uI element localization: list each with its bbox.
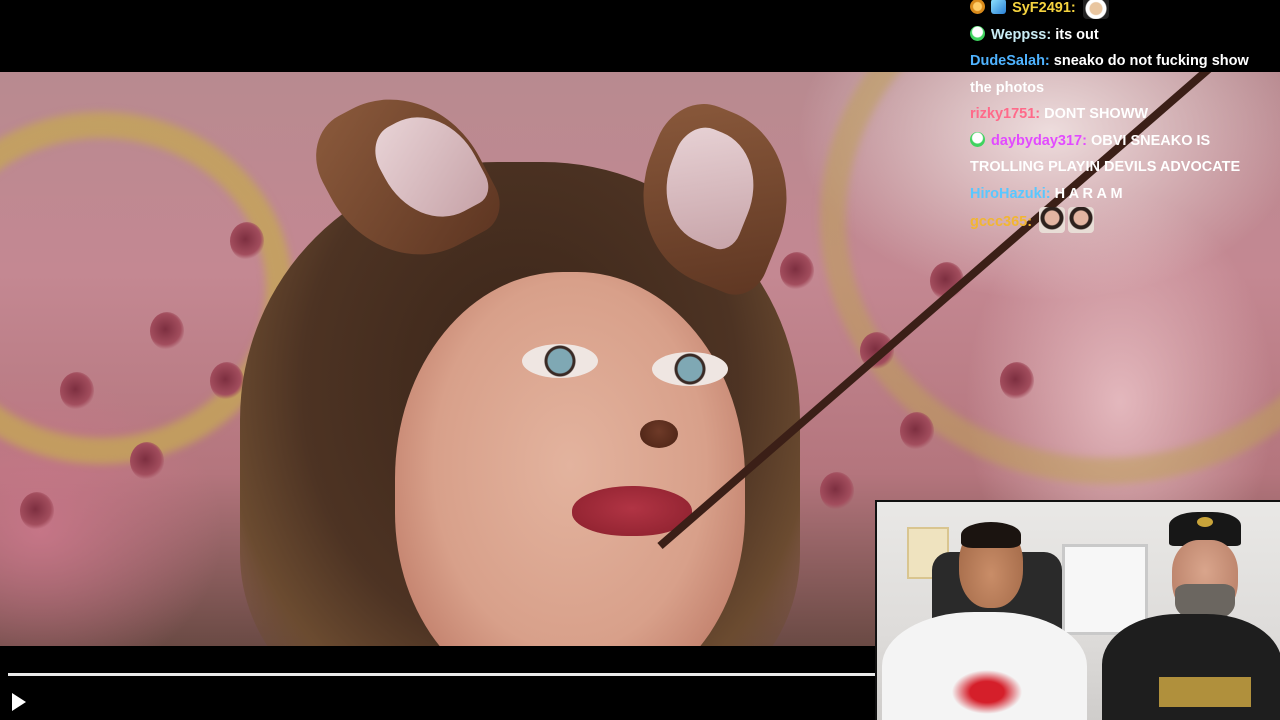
tufting-button [780,252,814,290]
chat-username[interactable]: Weppss: [991,27,1051,43]
chat-username[interactable]: HiroHazuki: [970,186,1051,202]
tufting-button [900,412,934,450]
right-eye [652,352,728,386]
tufting-button [130,442,164,480]
chat-message: rizky1751: DONT SHOWW [970,101,1270,128]
chat-username[interactable]: daybyday317: [991,133,1087,149]
painted-nose [640,420,678,448]
chat-message: SyF2491: [970,0,1270,22]
webcam-overlay [875,500,1280,720]
tufting-button [20,492,54,530]
chat-overlay: SyF2491: Weppss: its out DudeSalah: snea… [970,0,1270,236]
chat-username[interactable]: SyF2491: [1012,0,1076,16]
tufting-button [60,372,94,410]
chat-message: DudeSalah: sneako do not fucking show th… [970,48,1270,101]
left-eye [522,344,598,378]
hoodie-print [1159,677,1251,707]
chat-text: DONT SHOWW [1044,106,1149,122]
play-button[interactable] [6,690,30,714]
tufting-button [820,472,854,510]
chat-username[interactable]: rizky1751: [970,106,1040,122]
skull-badge-icon [970,131,985,147]
chat-message: HiroHazuki: H A R A M [970,181,1270,208]
tufting-button [1000,362,1034,400]
chat-text: its out [1055,26,1099,43]
gem-badge-icon [991,0,1007,14]
face-emote-icon [1068,207,1095,233]
tufting-button [210,362,244,400]
chat-username[interactable]: gccc365: [970,214,1032,230]
skull-badge-icon [970,25,985,41]
chat-message: daybyday317: OBVI SNEAKO IS TROLLING PLA… [970,128,1270,181]
progress-bar[interactable] [8,673,875,676]
chat-message: gccc365: [970,207,1270,236]
chat-username[interactable]: DudeSalah: [970,53,1050,69]
face-emote-icon [1039,207,1066,233]
tufting-button [150,312,184,350]
chat-text: H A R A M [1054,185,1123,202]
chef-emote-icon [1082,0,1109,19]
cap-logo-icon [1197,517,1213,527]
coin-badge-icon [970,0,985,14]
tufting-button [230,222,264,260]
face [395,272,745,646]
dragon-logo-icon [947,667,1027,717]
left-host-hair [961,522,1021,548]
chat-message: Weppss: its out [970,22,1270,49]
play-icon [12,693,26,711]
